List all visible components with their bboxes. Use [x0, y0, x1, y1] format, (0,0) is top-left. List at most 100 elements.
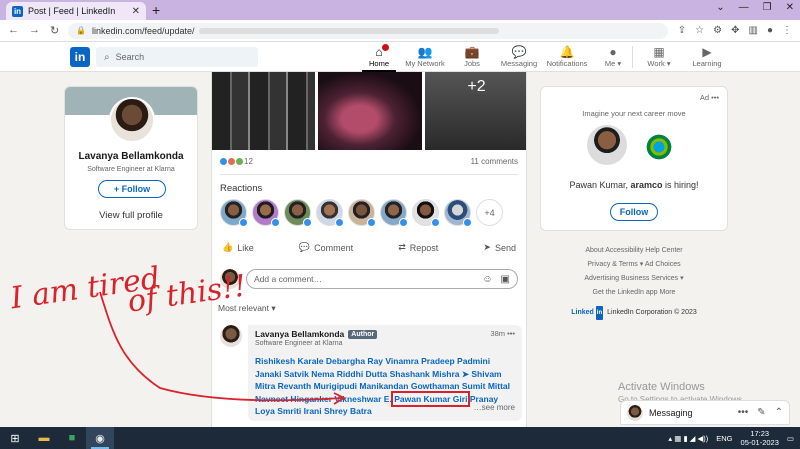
footer-row[interactable]: Advertising Business Services ▾ — [540, 272, 728, 286]
messaging-label: Messaging — [649, 407, 693, 418]
profile-card: Lavanya Bellamkonda Software Engineer at… — [64, 86, 198, 230]
social-counts: 12 11 comments — [220, 157, 518, 166]
reactor-avatar[interactable] — [348, 199, 376, 227]
share-icon[interactable]: ⇪ — [678, 25, 686, 36]
avatar[interactable] — [220, 325, 242, 347]
lock-icon[interactable]: 🔒 — [76, 26, 86, 35]
close-tab-icon[interactable]: ✕ — [132, 6, 140, 17]
reload-icon[interactable]: ↻ — [50, 24, 59, 37]
extension-icon[interactable]: ⚙ — [713, 25, 722, 36]
emoji-icon[interactable]: ☺ — [482, 274, 492, 285]
avatar[interactable] — [220, 269, 240, 289]
reactor-avatar[interactable] — [316, 199, 344, 227]
reaction-summary[interactable]: 12 — [220, 157, 253, 166]
more-photos-count: +2 — [467, 78, 486, 95]
new-tab-icon[interactable]: + — [152, 2, 160, 18]
browser-tab[interactable]: in Post | Feed | LinkedIn ✕ — [6, 2, 146, 20]
tray-icons[interactable]: ▴ ▦ ▮ ◢ ◀)) — [668, 434, 708, 443]
reactor-avatar[interactable] — [284, 199, 312, 227]
bell-icon: 🔔 — [559, 45, 575, 59]
nav-learning[interactable]: ▶ Learning — [684, 45, 730, 68]
chrome-icon[interactable]: ◉ — [86, 427, 114, 449]
reactor-avatar[interactable] — [444, 199, 472, 227]
compose-icon[interactable]: ✎ — [757, 407, 765, 418]
nav-home[interactable]: ⌂ Home — [356, 44, 402, 72]
reactions-heading: Reactions — [220, 183, 263, 194]
nav-me[interactable]: ● Me ▾ — [590, 45, 636, 68]
reaction-count: 12 — [244, 157, 253, 166]
puzzle-icon[interactable]: ✥ — [731, 25, 739, 36]
reactor-avatar[interactable] — [380, 199, 408, 227]
linkedin-logo-icon[interactable]: in — [70, 47, 90, 67]
avatar[interactable] — [109, 97, 155, 143]
nav-my-network[interactable]: 👥 My Network — [402, 45, 448, 68]
minimize-icon[interactable]: — — [739, 2, 749, 13]
love-reaction-icon — [228, 158, 235, 165]
post-card: +2 12 11 comments Reactions +4 👍 Like 💬 Co… — [211, 72, 527, 427]
nav-messaging[interactable]: 💬 Messaging — [496, 45, 542, 68]
footer-row[interactable]: Get the LinkedIn app More — [540, 286, 728, 300]
close-window-icon[interactable]: ✕ — [786, 2, 794, 13]
comment-author[interactable]: Lavanya Bellamkonda — [255, 329, 344, 339]
post-photo-2[interactable] — [318, 72, 422, 150]
nav-work[interactable]: ▦ Work ▾ — [636, 45, 682, 68]
comment-input[interactable]: Add a comment… ☺ ▣ — [246, 269, 518, 289]
comment-count[interactable]: 11 comments — [471, 157, 518, 166]
more-options-icon[interactable]: ••• — [711, 93, 719, 102]
spreadsheet-app-icon[interactable]: ■ — [58, 427, 86, 449]
footer-links: About Accessibility Help Center Privacy … — [540, 244, 728, 320]
back-icon[interactable]: ← — [8, 24, 19, 37]
view-full-profile-link[interactable]: View full profile — [65, 210, 197, 221]
send-icon: ➤ — [483, 242, 491, 252]
footer-row[interactable]: Privacy & Terms ▾ Ad Choices — [540, 258, 728, 272]
url-redacted — [198, 27, 499, 34]
menu-icon[interactable]: ⋮ — [782, 25, 792, 36]
language-indicator[interactable]: ENG — [716, 434, 732, 443]
highlighted-mention[interactable]: Pawan Kumar Giri — [391, 390, 471, 407]
follow-button[interactable]: + Follow — [98, 180, 166, 198]
profile-name[interactable]: Lavanya Bellamkonda — [65, 151, 197, 162]
linkedin-header: in ⌕ Search ⌂ Home 👥 My Network 💼 Jobs 💬… — [0, 42, 800, 72]
profile-title: Software Engineer at Klarna — [87, 166, 175, 173]
messaging-icon: 💬 — [511, 45, 527, 59]
sidepanel-icon[interactable]: ▥ — [749, 25, 758, 36]
ad-follow-button[interactable]: Follow — [610, 203, 658, 221]
clock[interactable]: 17:23 05-01-2023 — [741, 429, 779, 447]
restore-icon[interactable]: ❐ — [763, 2, 772, 13]
browser-tabbar: in Post | Feed | LinkedIn ✕ + ⌄ — ❐ ✕ — [0, 0, 800, 20]
reactor-avatar[interactable] — [412, 199, 440, 227]
nav-arrows: ← → ↻ — [8, 24, 68, 37]
comment-button[interactable]: 💬 Comment — [299, 242, 353, 253]
more-options-icon[interactable]: ••• — [738, 407, 749, 418]
send-button[interactable]: ➤ Send — [483, 242, 516, 253]
forward-icon[interactable]: → — [29, 24, 40, 37]
nav-notifications[interactable]: 🔔 Notifications — [544, 45, 590, 68]
image-icon[interactable]: ▣ — [501, 274, 510, 285]
tab-search-icon[interactable]: ⌄ — [716, 2, 724, 13]
messaging-bar[interactable]: Messaging ••• ✎ ⌃ — [620, 400, 790, 425]
reactor-avatar[interactable] — [220, 199, 248, 227]
annotation-text-line1: I am tired — [8, 261, 163, 317]
avatar — [587, 125, 627, 165]
sort-comments-dropdown[interactable]: Most relevant ▾ — [218, 303, 276, 314]
bookmark-star-icon[interactable]: ☆ — [695, 25, 704, 36]
chevron-up-icon[interactable]: ⌃ — [775, 407, 783, 418]
reactor-avatar[interactable] — [252, 199, 280, 227]
url-text: linkedin.com/feed/update/ — [91, 25, 195, 36]
notification-center-icon[interactable]: ▭ — [787, 434, 794, 443]
search-input[interactable]: ⌕ Search — [96, 47, 258, 67]
repost-button[interactable]: ⇄ Repost — [398, 242, 438, 253]
more-options-icon[interactable]: ••• — [507, 329, 515, 338]
like-button[interactable]: 👍 Like — [222, 242, 254, 253]
profile-icon[interactable]: ● — [767, 25, 773, 36]
windows-start-icon[interactable]: ⊞ — [0, 427, 30, 449]
file-explorer-icon[interactable]: ▬ — [30, 427, 58, 449]
me-avatar-icon: ● — [609, 45, 617, 59]
post-photo-1[interactable] — [212, 72, 315, 150]
nav-jobs[interactable]: 💼 Jobs — [449, 45, 495, 68]
footer-row[interactable]: About Accessibility Help Center — [540, 244, 728, 258]
post-photo-3[interactable]: +2 — [425, 72, 526, 150]
see-more-link[interactable]: …see more — [474, 403, 515, 412]
url-field[interactable]: 🔒 linkedin.com/feed/update/ — [68, 22, 668, 39]
more-reactors-button[interactable]: +4 — [476, 199, 503, 226]
